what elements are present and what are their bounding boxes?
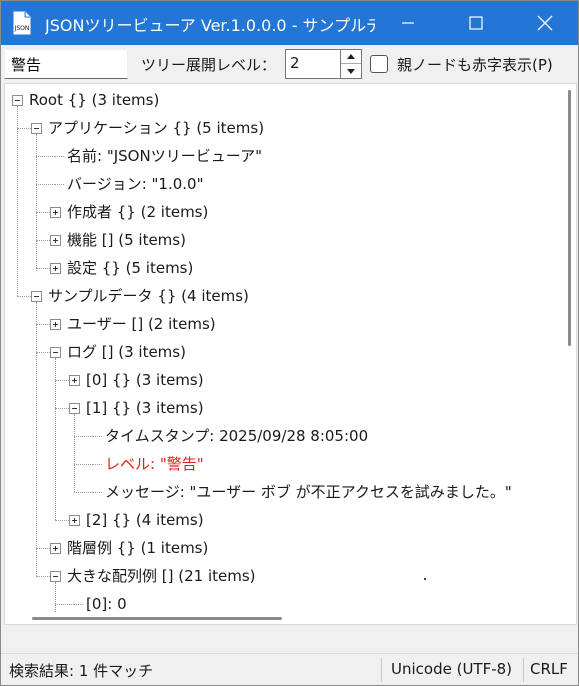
collapse-icon[interactable]	[31, 291, 42, 302]
tree-branch-node[interactable]: Root {} (3 items)	[29, 86, 159, 114]
tree-leaf-node[interactable]: タイムスタンプ: 2025/09/28 8:05:00	[105, 422, 368, 450]
maximize-button[interactable]	[453, 1, 499, 45]
tree-branch-node[interactable]: [0] {} (3 items)	[86, 366, 204, 394]
tree-leaf-node[interactable]: レベル: "警告"	[105, 450, 204, 478]
stray-dot	[424, 578, 426, 580]
tree-connector	[36, 212, 50, 213]
tree-connector	[36, 548, 50, 549]
expand-icon[interactable]	[50, 235, 61, 246]
tree-connector	[55, 380, 69, 381]
vertical-scrollbar[interactable]	[563, 84, 576, 624]
tree-branch-node[interactable]: 大きな配列例 [] (21 items)	[67, 562, 256, 590]
tree-connector	[74, 464, 93, 465]
status-separator	[523, 658, 524, 682]
tree-connector	[36, 268, 50, 269]
vertical-scroll-thumb[interactable]	[568, 90, 571, 346]
tree-connector	[36, 302, 37, 576]
window-title: JSONツリービューア Ver.1.0.0.0 - サンプルデ	[45, 16, 375, 35]
collapse-icon[interactable]	[31, 123, 42, 134]
tree-branch-node[interactable]: 階層例 {} (1 items)	[67, 534, 208, 562]
tree-connector	[92, 464, 102, 465]
tree-connector	[54, 156, 64, 157]
search-result-status: 検索結果: 1 件マッチ	[9, 662, 154, 680]
tree-leaf-node[interactable]: メッセージ: "ユーザー ボブ が不正アクセスを試みました。"	[105, 478, 512, 506]
expand-level-label: ツリー展開レベル：	[141, 56, 277, 74]
expand-icon[interactable]	[50, 319, 61, 330]
expand-icon[interactable]	[50, 543, 61, 554]
minimize-icon	[402, 22, 414, 24]
tree-connector	[55, 604, 74, 605]
tree-connector	[36, 324, 50, 325]
app-icon-label: JSON	[14, 25, 30, 32]
tree-connector	[74, 414, 75, 492]
tree-connector	[17, 128, 31, 129]
tree-branch-node[interactable]: サンプルデータ {} (4 items)	[48, 282, 249, 310]
tree-connector	[74, 492, 93, 493]
tree-leaf-node[interactable]: 名前: "JSONツリービューア"	[67, 142, 262, 170]
title-bar[interactable]: JSON JSONツリービューア Ver.1.0.0.0 - サンプルデ	[1, 1, 578, 45]
tree-leaf-node[interactable]: バージョン: "1.0.0"	[67, 170, 204, 198]
toolbar: ツリー展開レベル： 2 親ノードも赤字表示(P)	[1, 45, 578, 83]
tree-connector	[54, 184, 64, 185]
status-separator	[381, 658, 382, 682]
tree-connector	[74, 436, 93, 437]
close-icon	[537, 15, 553, 31]
status-bar: 検索結果: 1 件マッチ Unicode (UTF-8) CRLF	[1, 653, 578, 685]
expand-icon[interactable]	[69, 515, 80, 526]
tree-connector	[36, 576, 50, 577]
collapse-icon[interactable]	[69, 403, 80, 414]
tree-connector	[92, 492, 102, 493]
tree-connector	[36, 134, 37, 268]
horizontal-scroll-thumb[interactable]	[32, 617, 282, 620]
spin-down-button[interactable]	[341, 64, 361, 78]
encoding-status: Unicode (UTF-8)	[391, 660, 513, 678]
triangle-down-icon	[347, 68, 355, 74]
tree-connector	[92, 436, 102, 437]
tree-connector	[36, 156, 55, 157]
tree-connector	[55, 358, 56, 520]
app-window: JSON JSONツリービューア Ver.1.0.0.0 - サンプルデ ツリー…	[0, 0, 579, 686]
spin-up-button[interactable]	[341, 50, 361, 64]
maximize-icon	[469, 16, 483, 30]
json-tree-view[interactable]: Root {} (3 items) アプリケーション {} (5 items) 名前…	[4, 83, 577, 625]
tree-branch-node[interactable]: ログ [] (3 items)	[67, 338, 186, 366]
triangle-up-icon	[347, 54, 355, 59]
tree-branch-node[interactable]: 作成者 {} (2 items)	[67, 198, 208, 226]
expand-icon[interactable]	[69, 375, 80, 386]
tree-branch-node[interactable]: アプリケーション {} (5 items)	[48, 114, 264, 142]
tree-branch-node[interactable]: [1] {} (3 items)	[86, 394, 204, 422]
close-button[interactable]	[522, 1, 568, 45]
tree-connector	[55, 520, 69, 521]
expand-icon[interactable]	[50, 207, 61, 218]
red-parent-checkbox[interactable]	[370, 55, 388, 73]
tree-connector	[36, 352, 50, 353]
red-parent-label[interactable]: 親ノードも赤字表示(P)	[397, 54, 553, 75]
search-input[interactable]	[4, 49, 128, 79]
collapse-icon[interactable]	[50, 347, 61, 358]
tree-connector	[36, 240, 50, 241]
tree-branch-node[interactable]: 機能 [] (5 items)	[67, 226, 186, 254]
tree-connector	[17, 296, 31, 297]
tree-connector	[73, 604, 83, 605]
tree-branch-node[interactable]: ユーザー [] (2 items)	[67, 310, 216, 338]
collapse-icon[interactable]	[12, 95, 23, 106]
tree-branch-node[interactable]: [2] {} (4 items)	[86, 506, 204, 534]
tree-branch-node[interactable]: 設定 {} (5 items)	[67, 254, 193, 282]
collapse-icon[interactable]	[50, 571, 61, 582]
tree-connector	[17, 106, 18, 296]
minimize-button[interactable]	[385, 1, 431, 45]
tree-connector	[36, 184, 55, 185]
expand-level-field[interactable]: 2	[285, 49, 341, 79]
tree-connector	[55, 408, 69, 409]
horizontal-scrollbar[interactable]	[5, 612, 562, 624]
line-ending-status: CRLF	[530, 660, 568, 678]
expand-level-spinner	[340, 49, 362, 79]
app-file-icon: JSON	[13, 11, 31, 35]
expand-icon[interactable]	[50, 263, 61, 274]
